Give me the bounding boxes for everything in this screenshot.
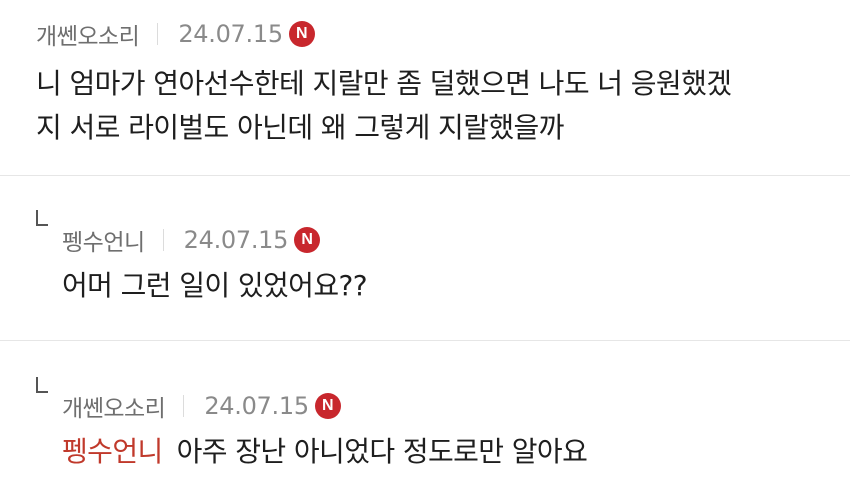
new-badge-icon: N — [288, 21, 315, 47]
reply-arrow-icon — [36, 377, 48, 393]
comment-date: 24.07.15 — [178, 20, 283, 48]
comment-list: 개쎈오소리 24.07.15 N 니 엄마가 연아선수한테 지랄만 좀 덜했으면… — [0, 0, 850, 493]
comment-text: 펭수언니 아주 장난 아니었다 정도로만 알아요 — [62, 430, 588, 474]
comment-meta: 개쎈오소리 24.07.15 N — [62, 389, 341, 423]
comment-text: 어머 그런 일이 있었어요?? — [62, 269, 368, 302]
reply-item: 개쎈오소리 24.07.15 N 펭수언니 아주 장난 아니었다 정도로만 알아요 — [0, 341, 850, 493]
comment-author[interactable]: 개쎈오소리 — [62, 389, 166, 423]
meta-separator — [183, 395, 185, 417]
comment-text: 니 엄마가 연아선수한테 지랄만 좀 덜했으면 나도 너 응원했겠 지 서로 라… — [36, 62, 732, 150]
new-badge-icon: N — [314, 393, 341, 419]
comment-meta: 개쎈오소리 24.07.15 N — [36, 17, 315, 51]
meta-separator — [157, 23, 159, 45]
comment-text-line: 니 엄마가 연아선수한테 지랄만 좀 덜했으면 나도 너 응원했겠 — [36, 67, 732, 100]
comment-item: 개쎈오소리 24.07.15 N 니 엄마가 연아선수한테 지랄만 좀 덜했으면… — [0, 0, 850, 175]
reply-arrow-icon — [36, 210, 48, 226]
comment-date: 24.07.15 — [204, 392, 309, 420]
meta-separator — [162, 229, 164, 251]
comment-date: 24.07.15 — [183, 226, 289, 254]
comment-author[interactable]: 펭수언니 — [62, 223, 145, 257]
reply-item: 펭수언니 24.07.15 N 어머 그런 일이 있었어요?? — [0, 176, 850, 340]
comment-text-line: 지 서로 라이벌도 아닌데 왜 그렇게 지랄했을까 — [36, 111, 564, 144]
new-badge-icon: N — [294, 227, 321, 253]
comment-text-content: 아주 장난 아니었다 정도로만 알아요 — [176, 435, 588, 468]
comment-meta: 펭수언니 24.07.15 N — [62, 223, 321, 257]
mention-link[interactable]: 펭수언니 — [62, 435, 163, 468]
comment-author[interactable]: 개쎈오소리 — [36, 17, 140, 51]
